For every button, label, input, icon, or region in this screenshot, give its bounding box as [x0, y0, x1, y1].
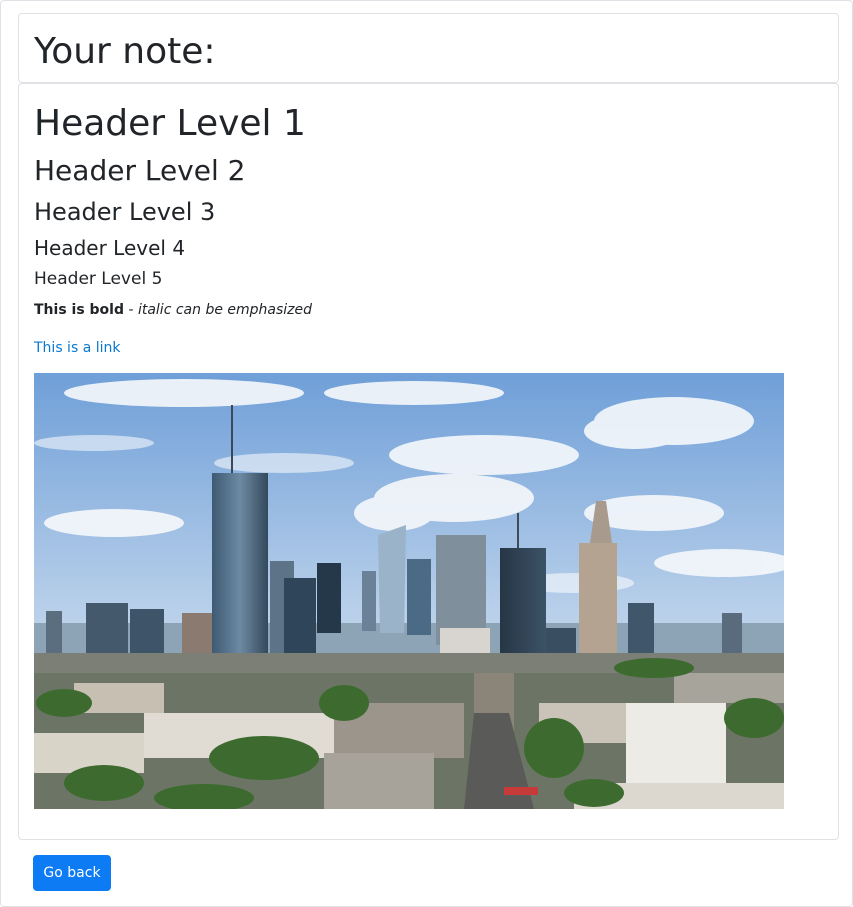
separator-text: -: [124, 302, 138, 318]
emphasis-paragraph: This is bold - italic can be emphasized: [34, 299, 312, 321]
note-link[interactable]: This is a link: [34, 337, 120, 359]
note-title: Your note:: [34, 31, 216, 72]
header-level-2: Header Level 2: [34, 154, 246, 187]
header-level-3: Header Level 3: [34, 198, 216, 226]
bold-text: This is bold: [34, 302, 124, 318]
header-level-1: Header Level 1: [34, 103, 306, 144]
city-skyline-photo: [34, 373, 784, 809]
go-back-button[interactable]: Go back: [33, 855, 111, 891]
italic-text: italic can be emphasized: [137, 302, 313, 318]
header-level-4: Header Level 4: [34, 236, 186, 260]
note-page: Your note: Header Level 1 Header Level 2…: [0, 0, 853, 907]
header-level-5: Header Level 5: [34, 269, 163, 289]
note-title-card: Your note:: [18, 13, 839, 83]
note-content-card: Header Level 1 Header Level 2 Header Lev…: [18, 83, 839, 840]
